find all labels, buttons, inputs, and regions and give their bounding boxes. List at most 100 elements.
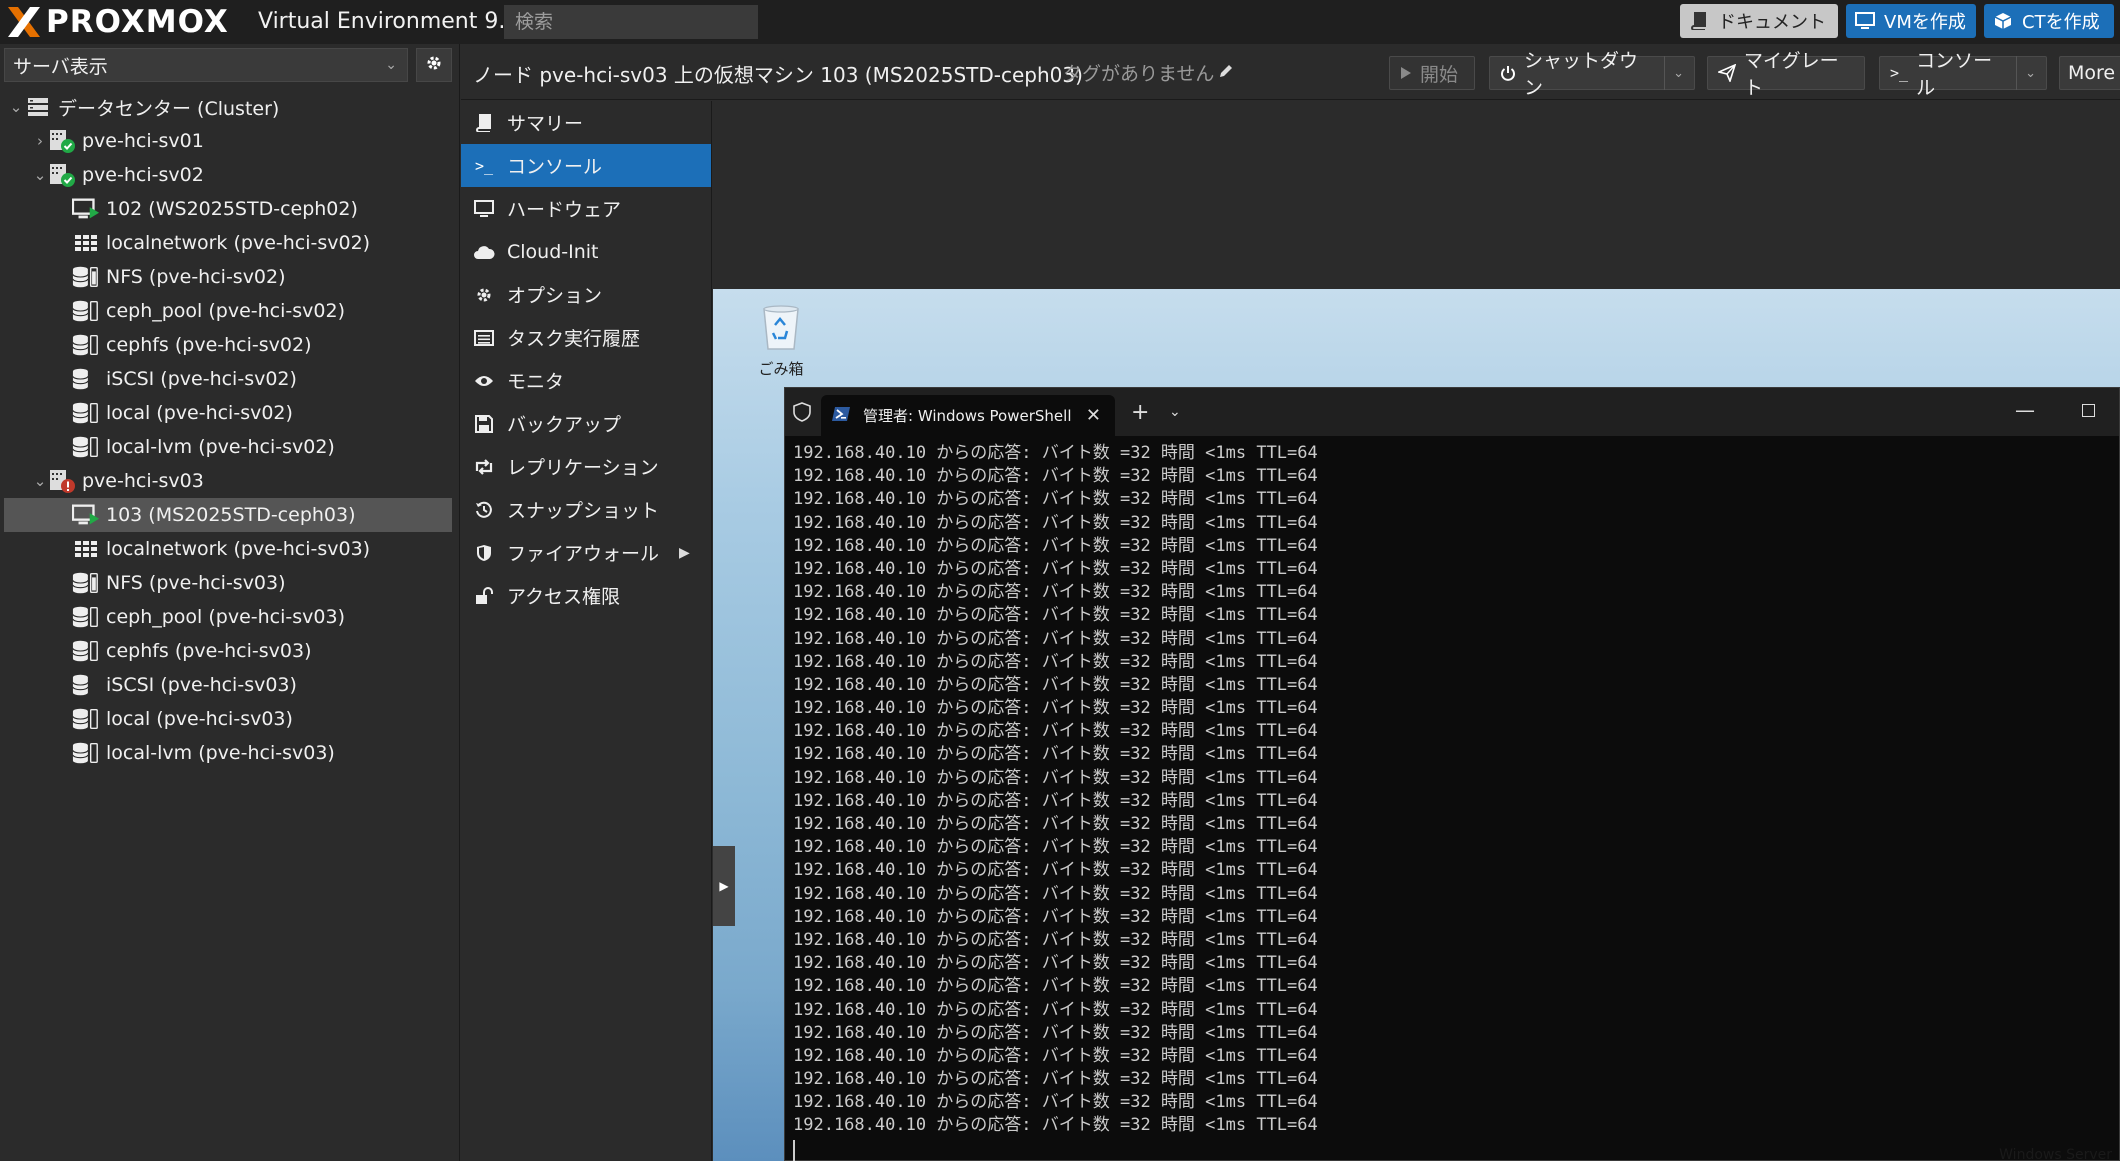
nav-label: アクセス権限: [507, 586, 621, 608]
nav-label: サマリー: [507, 113, 584, 135]
terminal-icon: >_: [474, 156, 494, 175]
pencil-icon[interactable]: [1218, 62, 1234, 84]
maximize-icon[interactable]: [2082, 404, 2095, 417]
tree-item-label: cephfs (pve-hci-sv03): [106, 640, 312, 662]
powershell-window[interactable]: 管理者: Windows PowerShell ✕ + ⌄ — 192.168.…: [784, 387, 2120, 1161]
shutdown-button[interactable]: シャットダウン ⌄: [1489, 50, 1695, 99]
create-ct-button[interactable]: CTを作成: [1984, 4, 2114, 38]
guest-desktop[interactable]: ごみ箱 ▶ 管理者: Windows PowerShell ✕ + ⌄ — 19…: [713, 289, 2120, 1161]
create-vm-button[interactable]: VMを作成: [1846, 4, 1976, 38]
network-grid-icon: [72, 230, 100, 256]
nav-label: モニタ: [507, 371, 565, 393]
nav-label: コンソール: [507, 156, 603, 178]
search-input[interactable]: [504, 5, 758, 39]
storage-icon: [72, 740, 100, 766]
vm-running-icon: [72, 502, 100, 528]
nav-console[interactable]: >_ コンソール: [461, 144, 711, 187]
collapse-chevron-icon[interactable]: ⌄: [32, 166, 48, 184]
tree-item-storage-ceph-pool-sv03[interactable]: ceph_pool (pve-hci-sv03): [0, 600, 458, 634]
tree-item-localnetwork-sv02[interactable]: localnetwork (pve-hci-sv02): [0, 226, 458, 260]
shield-icon: [793, 402, 811, 427]
close-icon[interactable]: ✕: [1086, 405, 1101, 426]
terminal-tab[interactable]: 管理者: Windows PowerShell ✕: [821, 395, 1115, 436]
collapse-chevron-icon[interactable]: ⌄: [8, 98, 24, 116]
windows-server-brand: Windows Server: [1999, 1147, 2112, 1161]
monitor-icon: [1854, 10, 1876, 32]
nav-hardware[interactable]: ハードウェア: [461, 187, 711, 230]
tags-area[interactable]: タグがありません: [1063, 59, 1234, 86]
recycle-bin-icon: [758, 303, 804, 356]
tree-item-node-sv01[interactable]: › pve-hci-sv01: [0, 124, 458, 158]
list-icon: [473, 327, 495, 349]
book-icon: [1688, 10, 1710, 32]
tree-item-node-sv03[interactable]: ⌄ pve-hci-sv03: [0, 464, 458, 498]
nav-summary[interactable]: サマリー: [461, 101, 711, 144]
tree-item-storage-local-sv03[interactable]: local (pve-hci-sv03): [0, 702, 458, 736]
nav-backup[interactable]: バックアップ: [461, 402, 711, 445]
terminal-output[interactable]: 192.168.40.10 からの応答: バイト数 =32 時間 <1ms TT…: [793, 442, 2119, 1161]
tree-item-node-sv02[interactable]: ⌄ pve-hci-sv02: [0, 158, 458, 192]
tree-item-storage-iscsi-sv02[interactable]: iSCSI (pve-hci-sv02): [0, 362, 458, 396]
tree-item-storage-iscsi-sv03[interactable]: iSCSI (pve-hci-sv03): [0, 668, 458, 702]
tree-item-storage-local-lvm-sv02[interactable]: local-lvm (pve-hci-sv02): [0, 430, 458, 464]
nav-snapshots[interactable]: スナップショット: [461, 488, 711, 531]
tree-item-vm-102[interactable]: 102 (WS2025STD-ceph02): [0, 192, 458, 226]
tree-item-storage-local-sv02[interactable]: local (pve-hci-sv02): [0, 396, 458, 430]
documentation-button[interactable]: ドキュメント: [1680, 4, 1838, 38]
terminal-line: 192.168.40.10 からの応答: バイト数 =32 時間 <1ms TT…: [793, 535, 1318, 556]
tree-item-storage-local-lvm-sv03[interactable]: local-lvm (pve-hci-sv03): [0, 736, 458, 770]
tree-item-label: local-lvm (pve-hci-sv02): [106, 436, 335, 458]
tree-item-label: local (pve-hci-sv02): [106, 402, 293, 424]
tree-item-datacenter[interactable]: ⌄ データセンター (Cluster): [0, 90, 458, 124]
tree-item-storage-ceph-pool-sv02[interactable]: ceph_pool (pve-hci-sv02): [0, 294, 458, 328]
expand-chevron-icon[interactable]: ›: [32, 132, 48, 150]
recycle-bin[interactable]: ごみ箱: [746, 303, 816, 379]
nav-task-history[interactable]: タスク実行履歴: [461, 316, 711, 359]
nav-permissions[interactable]: アクセス権限: [461, 574, 711, 617]
more-button[interactable]: More: [2059, 56, 2120, 90]
nav-firewall[interactable]: ファイアウォール ▶: [461, 531, 711, 574]
tree-item-label: ceph_pool (pve-hci-sv02): [106, 300, 345, 322]
nav-cloud-init[interactable]: Cloud-Init: [461, 230, 711, 273]
storage-icon: [72, 298, 100, 324]
powershell-icon: [831, 405, 851, 427]
view-selector[interactable]: サーバ表示 ⌄: [4, 48, 408, 82]
retweet-icon: [473, 456, 495, 478]
resource-tree: ⌄ データセンター (Cluster) › pve-hci-sv01 ⌄ pve…: [0, 90, 458, 770]
chevron-down-icon[interactable]: ⌄: [2016, 56, 2036, 90]
terminal-line: 192.168.40.10 からの応答: バイト数 =32 時間 <1ms TT…: [793, 489, 1318, 510]
start-label: 開始: [1420, 63, 1459, 86]
collapse-chevron-icon[interactable]: ⌄: [32, 472, 48, 490]
window-titlebar[interactable]: 管理者: Windows PowerShell ✕ + ⌄ —: [785, 388, 2119, 436]
tree-item-localnetwork-sv03[interactable]: localnetwork (pve-hci-sv03): [0, 532, 458, 566]
start-button[interactable]: 開始: [1389, 56, 1475, 90]
vm-header: ノード pve-hci-sv03 上の仮想マシン 103 (MS2025STD-…: [461, 44, 2120, 100]
chevron-down-icon[interactable]: ⌄: [1664, 56, 1684, 90]
network-grid-icon: [72, 536, 100, 562]
create-vm-label: VMを作成: [1884, 12, 1966, 33]
terminal-line: 192.168.40.10 からの応答: バイト数 =32 時間 <1ms TT…: [793, 999, 1318, 1020]
nav-replication[interactable]: レプリケーション: [461, 445, 711, 488]
play-icon: [1400, 66, 1412, 80]
tree-item-label: local-lvm (pve-hci-sv03): [106, 742, 335, 764]
tree-item-vm-103[interactable]: 103 (MS2025STD-ceph03): [4, 498, 452, 532]
console-button[interactable]: >_ コンソール ⌄: [1879, 50, 2047, 99]
nav-monitor[interactable]: モニタ: [461, 359, 711, 402]
tree-item-storage-nfs-sv02[interactable]: NFS (pve-hci-sv02): [0, 260, 458, 294]
proxmox-logo[interactable]: PROXMOX: [6, 4, 229, 40]
nav-options[interactable]: オプション: [461, 273, 711, 316]
tree-item-storage-nfs-sv03[interactable]: NFS (pve-hci-sv03): [0, 566, 458, 600]
cloud-icon: [473, 241, 495, 263]
migrate-button[interactable]: マイグレート: [1707, 50, 1865, 99]
tree-item-storage-cephfs-sv03[interactable]: cephfs (pve-hci-sv03): [0, 634, 458, 668]
tree-item-storage-cephfs-sv02[interactable]: cephfs (pve-hci-sv02): [0, 328, 458, 362]
vm-console[interactable]: ごみ箱 ▶ 管理者: Windows PowerShell ✕ + ⌄ — 19…: [713, 101, 2120, 1161]
nav-label: タスク実行履歴: [507, 328, 641, 350]
caret-right-icon[interactable]: ▶: [679, 545, 690, 561]
new-tab-icon[interactable]: +: [1131, 400, 1149, 425]
console-side-tab[interactable]: ▶: [713, 846, 735, 926]
terminal-line: 192.168.40.10 からの応答: バイト数 =32 時間 <1ms TT…: [793, 790, 1318, 811]
minimize-icon[interactable]: —: [2015, 398, 2035, 422]
tree-settings-button[interactable]: [416, 48, 452, 82]
chevron-down-icon[interactable]: ⌄: [1169, 404, 1181, 420]
